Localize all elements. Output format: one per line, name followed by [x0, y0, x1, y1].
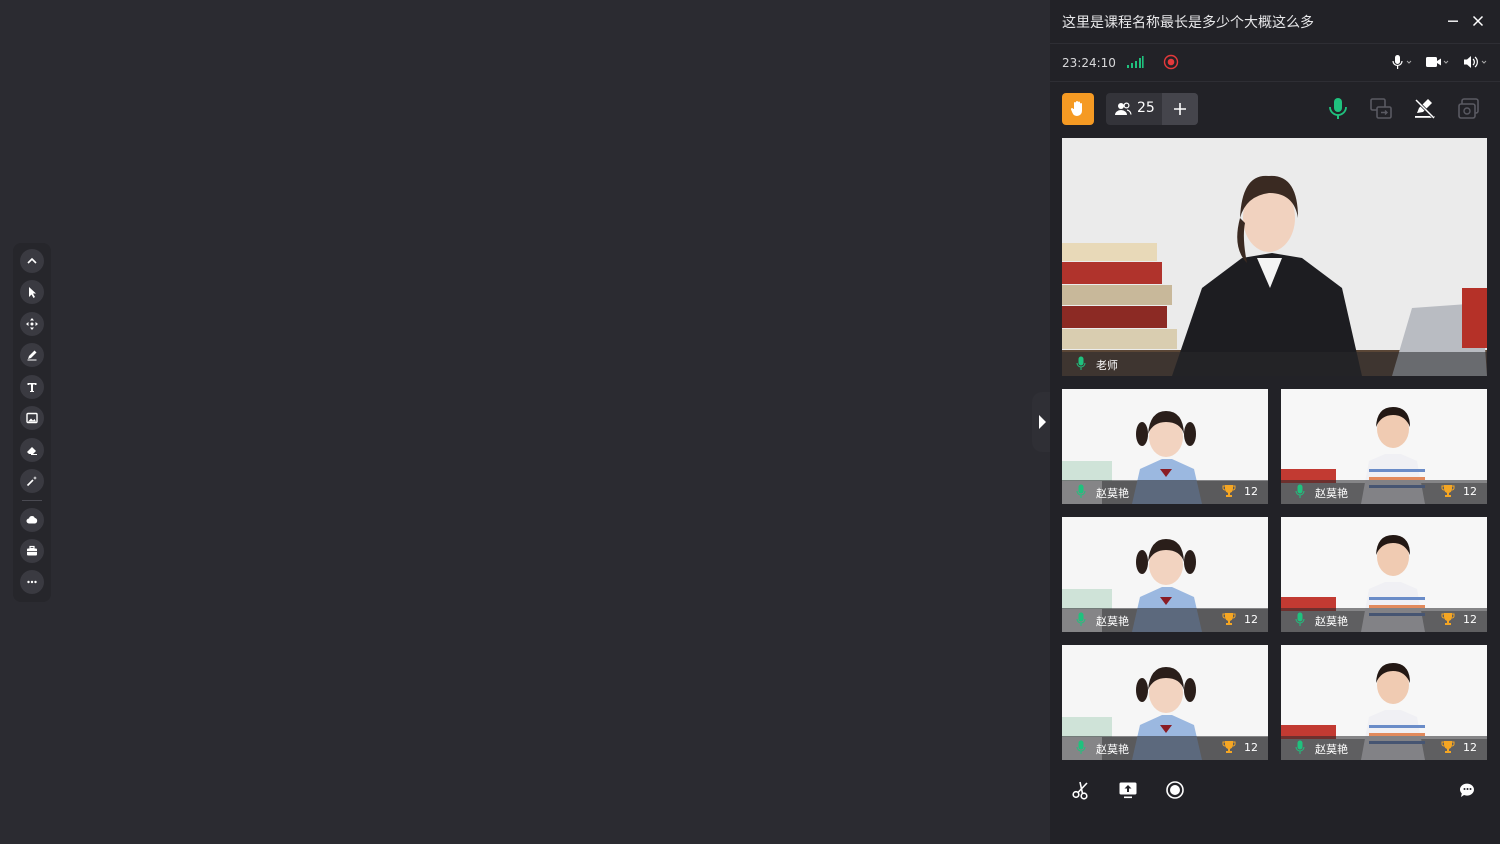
bottom-toolbar	[1050, 770, 1500, 810]
switch-camera-icon[interactable]	[1368, 96, 1394, 122]
student-name: 赵莫艳	[1315, 743, 1348, 756]
student-score: 12	[1244, 485, 1258, 498]
student-score: 12	[1244, 741, 1258, 754]
microphone-icon	[1076, 484, 1086, 498]
microphone-icon	[1295, 740, 1305, 754]
microphone-icon	[1076, 612, 1086, 626]
classroom-panel: 这里是课程名称最长是多少个大概这么多 23:24:10 25 老师 赵莫艳 12…	[1050, 0, 1500, 844]
collapse-up-icon[interactable]	[20, 249, 44, 273]
teacher-video[interactable]: 老师	[1062, 138, 1487, 376]
toolbox-icon[interactable]	[20, 539, 44, 563]
add-participant-button[interactable]	[1162, 93, 1198, 125]
student-name: 赵莫艳	[1315, 615, 1348, 628]
raise-hand-button[interactable]	[1062, 93, 1094, 125]
upload-icon[interactable]	[1118, 780, 1138, 800]
screen-share-icon[interactable]	[1456, 96, 1482, 122]
student-info-bar: 赵莫艳 12	[1281, 736, 1487, 760]
teacher-info-bar: 老师	[1062, 352, 1487, 376]
record-icon[interactable]	[1163, 54, 1179, 70]
clear-board-icon[interactable]	[1412, 96, 1438, 122]
whiteboard-toolbar	[13, 243, 51, 602]
trophy-icon	[1222, 485, 1236, 497]
student-info-bar: 赵莫艳 12	[1062, 608, 1268, 632]
trophy-icon	[1441, 741, 1455, 753]
text-icon[interactable]	[20, 375, 44, 399]
teacher-video-image	[1062, 138, 1487, 376]
more-icon[interactable]	[20, 570, 44, 594]
trophy-icon	[1441, 485, 1455, 497]
add-icon	[1174, 103, 1186, 115]
trophy-icon	[1441, 613, 1455, 625]
control-bar: 25	[1050, 82, 1500, 134]
trophy-icon	[1222, 613, 1236, 625]
participants-button[interactable]: 25	[1106, 93, 1198, 125]
move-icon[interactable]	[20, 312, 44, 336]
student-name: 赵莫艳	[1096, 743, 1129, 756]
people-icon	[1115, 102, 1132, 115]
laser-icon[interactable]	[20, 469, 44, 493]
collapse-panel-button[interactable]	[1032, 392, 1052, 452]
raise-hand-icon	[1070, 101, 1082, 116]
image-icon[interactable]	[20, 406, 44, 430]
toolbar-divider	[22, 500, 42, 501]
student-score: 12	[1463, 741, 1477, 754]
student-video[interactable]: 赵莫艳 12	[1062, 645, 1268, 760]
microphone-icon	[1295, 484, 1305, 498]
camera-icon[interactable]	[1425, 54, 1453, 70]
record-circle-icon[interactable]	[1165, 780, 1185, 800]
microphone-icon[interactable]	[1390, 54, 1416, 70]
trophy-icon	[1222, 741, 1236, 753]
status-bar: 23:24:10	[1050, 44, 1500, 82]
student-video[interactable]: 赵莫艳 12	[1281, 517, 1487, 632]
speaker-icon[interactable]	[1462, 54, 1490, 70]
mic-all-icon[interactable]	[1325, 96, 1351, 122]
student-name: 赵莫艳	[1096, 615, 1129, 628]
class-timer: 23:24:10	[1062, 56, 1116, 70]
student-video[interactable]: 赵莫艳 12	[1062, 389, 1268, 504]
student-video[interactable]: 赵莫艳 12	[1062, 517, 1268, 632]
microphone-icon	[1295, 612, 1305, 626]
eraser-icon[interactable]	[20, 438, 44, 462]
minimize-icon[interactable]	[1446, 14, 1460, 28]
course-title: 这里是课程名称最长是多少个大概这么多	[1062, 15, 1314, 31]
pointer-icon[interactable]	[20, 280, 44, 304]
cloud-icon[interactable]	[20, 508, 44, 532]
title-bar: 这里是课程名称最长是多少个大概这么多	[1050, 0, 1500, 44]
pen-icon[interactable]	[20, 343, 44, 367]
teacher-name: 老师	[1096, 359, 1118, 372]
close-icon[interactable]	[1471, 14, 1485, 28]
participant-count: 25	[1137, 100, 1155, 116]
student-video[interactable]: 赵莫艳 12	[1281, 389, 1487, 504]
microphone-icon	[1076, 740, 1086, 754]
student-score: 12	[1463, 613, 1477, 626]
student-info-bar: 赵莫艳 12	[1062, 480, 1268, 504]
student-info-bar: 赵莫艳 12	[1062, 736, 1268, 760]
student-name: 赵莫艳	[1096, 487, 1129, 500]
student-info-bar: 赵莫艳 12	[1281, 480, 1487, 504]
scissors-icon[interactable]	[1071, 780, 1091, 800]
student-score: 12	[1463, 485, 1477, 498]
chat-icon[interactable]	[1458, 780, 1478, 800]
student-info-bar: 赵莫艳 12	[1281, 608, 1487, 632]
student-name: 赵莫艳	[1315, 487, 1348, 500]
student-video[interactable]: 赵莫艳 12	[1281, 645, 1487, 760]
signal-icon	[1127, 56, 1144, 68]
microphone-icon	[1076, 356, 1086, 370]
student-score: 12	[1244, 613, 1258, 626]
chevron-right-icon	[1039, 415, 1046, 429]
